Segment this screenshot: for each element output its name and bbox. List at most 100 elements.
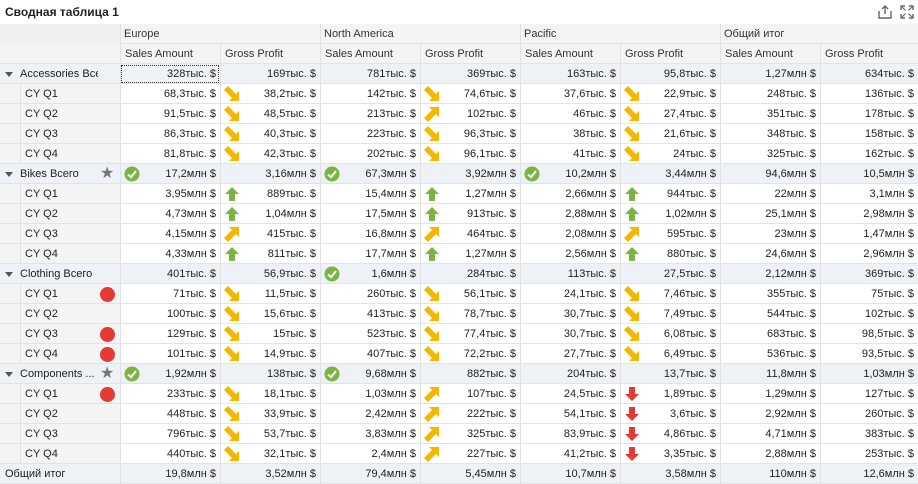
sales-amount-cell[interactable]: 25,1млн $ (720, 204, 820, 224)
gross-profit-cell[interactable]: 12,6млн $ (820, 464, 918, 484)
sales-amount-cell[interactable]: 1,92млн $ (120, 364, 220, 384)
gross-profit-cell[interactable]: 2,98млн $ (820, 204, 918, 224)
sales-amount-cell[interactable]: 223тыс. $ (320, 124, 420, 144)
sales-amount-cell[interactable]: 2,4млн $ (320, 444, 420, 464)
gross-profit-cell[interactable]: 7,49тыс. $ (620, 304, 720, 324)
measure-header[interactable]: Sales Amount (525, 44, 617, 64)
gross-profit-cell[interactable]: 107тыс. $ (420, 384, 520, 404)
sales-amount-cell[interactable]: 9,68млн $ (320, 364, 420, 384)
sales-amount-cell[interactable]: 3,83млн $ (320, 424, 420, 444)
gross-profit-cell[interactable]: 415тыс. $ (220, 224, 320, 244)
sales-amount-cell[interactable]: 325тыс. $ (720, 144, 820, 164)
gross-profit-cell[interactable]: 102тыс. $ (420, 104, 520, 124)
gross-profit-cell[interactable]: 889тыс. $ (220, 184, 320, 204)
measure-header[interactable]: Sales Amount (325, 44, 417, 64)
gross-profit-cell[interactable]: 3,35тыс. $ (620, 444, 720, 464)
gross-profit-cell[interactable]: 222тыс. $ (420, 404, 520, 424)
collapse-toggle[interactable] (5, 272, 13, 277)
sales-amount-cell[interactable]: 2,92млн $ (720, 404, 820, 424)
gross-profit-cell[interactable]: 1,03млн $ (820, 364, 918, 384)
sales-amount-cell[interactable]: 401тыс. $ (120, 264, 220, 284)
gross-profit-cell[interactable]: 227тыс. $ (420, 444, 520, 464)
sales-amount-cell[interactable]: 27,7тыс. $ (520, 344, 620, 364)
sales-amount-cell[interactable]: 796тыс. $ (120, 424, 220, 444)
sales-amount-cell[interactable]: 71тыс. $ (120, 284, 220, 304)
gross-profit-cell[interactable]: 102тыс. $ (820, 304, 918, 324)
sales-amount-cell[interactable]: 23млн $ (720, 224, 820, 244)
sales-amount-cell[interactable]: 38тыс. $ (520, 124, 620, 144)
sales-amount-cell[interactable]: 17,5млн $ (320, 204, 420, 224)
gross-profit-cell[interactable]: 13,7тыс. $ (620, 364, 720, 384)
measure-header[interactable]: Gross Profit (225, 44, 317, 64)
gross-profit-cell[interactable]: 15тыс. $ (220, 324, 320, 344)
gross-profit-cell[interactable]: 880тыс. $ (620, 244, 720, 264)
gross-profit-cell[interactable]: 1,27млн $ (420, 244, 520, 264)
sales-amount-cell[interactable]: 22млн $ (720, 184, 820, 204)
gross-profit-cell[interactable]: 369тыс. $ (420, 64, 520, 84)
measure-header[interactable]: Sales Amount (125, 44, 217, 64)
gross-profit-cell[interactable]: 634тыс. $ (820, 64, 918, 84)
gross-profit-cell[interactable]: 3,16млн $ (220, 164, 320, 184)
gross-profit-cell[interactable]: 27,5тыс. $ (620, 264, 720, 284)
sales-amount-cell[interactable]: 19,8млн $ (120, 464, 220, 484)
measure-header[interactable]: Gross Profit (625, 44, 717, 64)
gross-profit-cell[interactable]: 3,58млн $ (620, 464, 720, 484)
gross-profit-cell[interactable]: 913тыс. $ (420, 204, 520, 224)
gross-profit-cell[interactable]: 6,08тыс. $ (620, 324, 720, 344)
gross-profit-cell[interactable]: 3,44млн $ (620, 164, 720, 184)
gross-profit-cell[interactable]: 158тыс. $ (820, 124, 918, 144)
sales-amount-cell[interactable]: 413тыс. $ (320, 304, 420, 324)
gross-profit-cell[interactable]: 260тыс. $ (820, 404, 918, 424)
sales-amount-cell[interactable]: 16,8млн $ (320, 224, 420, 244)
sales-amount-cell[interactable]: 86,3тыс. $ (120, 124, 220, 144)
gross-profit-cell[interactable]: 3,92млн $ (420, 164, 520, 184)
gross-profit-cell[interactable]: 75тыс. $ (820, 284, 918, 304)
sales-amount-cell[interactable]: 79,4млн $ (320, 464, 420, 484)
sales-amount-cell[interactable]: 523тыс. $ (320, 324, 420, 344)
sales-amount-cell[interactable]: 2,12млн $ (720, 264, 820, 284)
gross-profit-cell[interactable]: 7,46тыс. $ (620, 284, 720, 304)
gross-profit-cell[interactable]: 74,6тыс. $ (420, 84, 520, 104)
export-icon[interactable] (877, 4, 893, 20)
gross-profit-cell[interactable]: 136тыс. $ (820, 84, 918, 104)
gross-profit-cell[interactable]: 96,3тыс. $ (420, 124, 520, 144)
sales-amount-cell[interactable]: 4,15млн $ (120, 224, 220, 244)
sales-amount-cell[interactable]: 2,42млн $ (320, 404, 420, 424)
gross-profit-cell[interactable]: 72,2тыс. $ (420, 344, 520, 364)
sales-amount-cell[interactable]: 129тыс. $ (120, 324, 220, 344)
sales-amount-cell[interactable]: 1,27млн $ (720, 64, 820, 84)
sales-amount-cell[interactable]: 100тыс. $ (120, 304, 220, 324)
sales-amount-cell[interactable]: 2,66млн $ (520, 184, 620, 204)
collapse-toggle[interactable] (5, 72, 13, 77)
sales-amount-cell[interactable]: 41тыс. $ (520, 144, 620, 164)
gross-profit-cell[interactable]: 595тыс. $ (620, 224, 720, 244)
gross-profit-cell[interactable]: 56,9тыс. $ (220, 264, 320, 284)
sales-amount-cell[interactable]: 68,3тыс. $ (120, 84, 220, 104)
sales-amount-cell[interactable]: 67,3млн $ (320, 164, 420, 184)
sales-amount-cell[interactable]: 1,6млн $ (320, 264, 420, 284)
gross-profit-cell[interactable]: 98,5тыс. $ (820, 324, 918, 344)
sales-amount-cell[interactable]: 4,71млн $ (720, 424, 820, 444)
gross-profit-cell[interactable]: 178тыс. $ (820, 104, 918, 124)
sales-amount-cell[interactable]: 163тыс. $ (520, 64, 620, 84)
gross-profit-cell[interactable]: 27,4тыс. $ (620, 104, 720, 124)
gross-profit-cell[interactable]: 53,7тыс. $ (220, 424, 320, 444)
gross-profit-cell[interactable]: 11,5тыс. $ (220, 284, 320, 304)
gross-profit-cell[interactable]: 169тыс. $ (220, 64, 320, 84)
sales-amount-cell[interactable]: 30,7тыс. $ (520, 304, 620, 324)
column-group-2[interactable]: Pacific (524, 24, 718, 44)
sales-amount-cell[interactable]: 2,56млн $ (520, 244, 620, 264)
sales-amount-cell[interactable]: 101тыс. $ (120, 344, 220, 364)
sales-amount-cell[interactable]: 204тыс. $ (520, 364, 620, 384)
sales-amount-cell[interactable]: 2,88млн $ (720, 444, 820, 464)
sales-amount-cell[interactable]: 440тыс. $ (120, 444, 220, 464)
gross-profit-cell[interactable]: 369тыс. $ (820, 264, 918, 284)
sales-amount-cell[interactable]: 213тыс. $ (320, 104, 420, 124)
gross-profit-cell[interactable]: 6,49тыс. $ (620, 344, 720, 364)
sales-amount-cell[interactable]: 11,8млн $ (720, 364, 820, 384)
gross-profit-cell[interactable]: 1,04млн $ (220, 204, 320, 224)
sales-amount-cell[interactable]: 24,5тыс. $ (520, 384, 620, 404)
gross-profit-cell[interactable]: 138тыс. $ (220, 364, 320, 384)
gross-profit-cell[interactable]: 93,5тыс. $ (820, 344, 918, 364)
gross-profit-cell[interactable]: 944тыс. $ (620, 184, 720, 204)
